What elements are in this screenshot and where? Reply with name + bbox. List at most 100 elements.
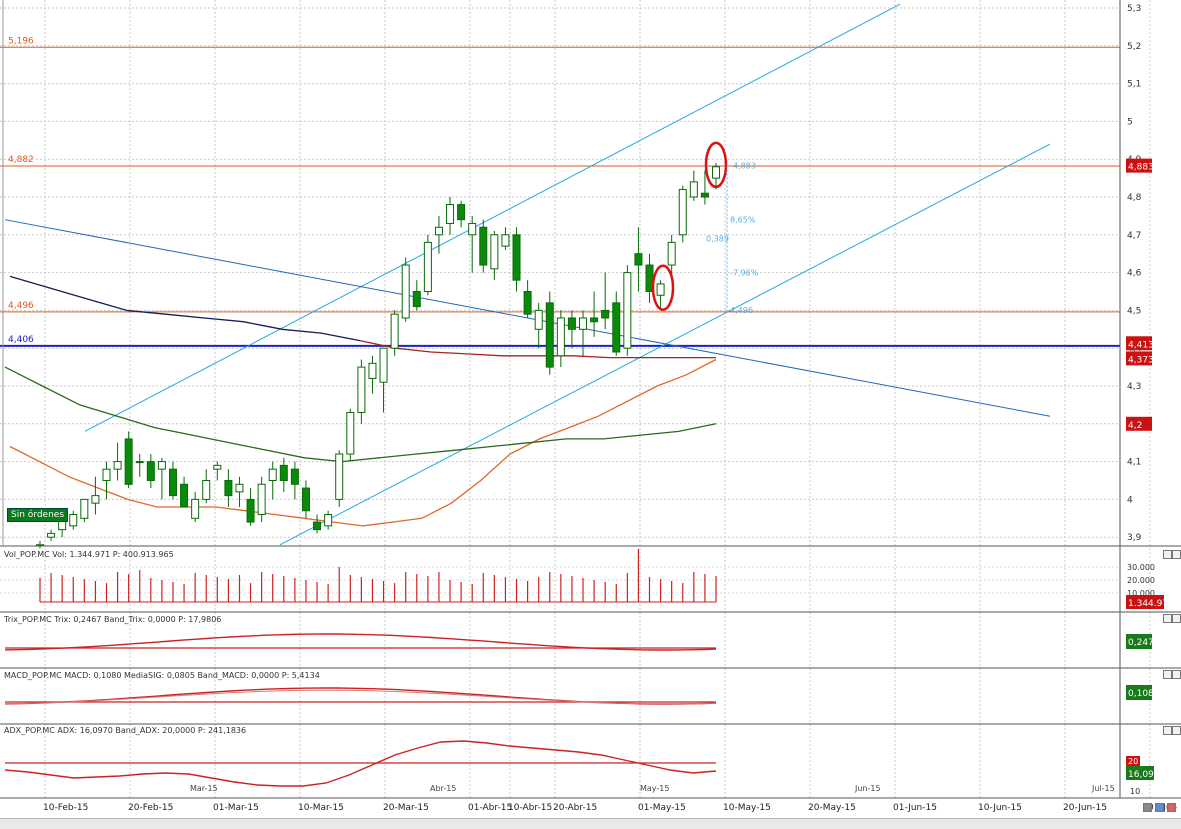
month-label: Abr-15 [430,784,456,793]
candle-body [579,317,588,330]
volume-pane: Vol_POP.MC Vol: 1.344.971 P: 400.913.965 [4,549,717,603]
stock-chart: 5,196 4,882 4,496 4,406 Vol_POP.MC Vol: 1.3… [0,0,1181,813]
badge-sin-ordenes[interactable]: Sin órdenes [7,508,69,522]
candle-body [656,283,665,296]
indicator-tag-label: 0,247 [1128,638,1154,648]
y-tick-label: 5,2 [1127,42,1141,52]
indicator-tag-label: 0,108 [1128,689,1154,699]
candle-body [479,226,488,266]
annotation-label: 0,389 [706,235,729,244]
level-label: 5,196 [8,36,34,46]
candle-body [689,181,698,198]
horizontal-scrollbar[interactable] [0,818,1181,829]
pane-close-icon[interactable] [1172,670,1181,679]
adx-pane: ADX_POP.MC ADX: 16,0970 Band_ADX: 20,000… [4,726,717,787]
candle-body [335,453,344,500]
pane-close-icon[interactable] [1172,726,1181,735]
candle-body [423,241,432,292]
candle-body [401,264,410,319]
candle-body [634,253,643,266]
month-label: May-15 [640,784,669,793]
x-tick-label: 20-Abr-15 [553,803,597,813]
candle-body [235,483,244,493]
candle-body [146,461,155,482]
candle-body [80,498,89,519]
x-tick-label: 20-May-15 [808,803,856,813]
print-icon[interactable] [1167,803,1176,812]
candle-body [202,480,211,500]
pane-close-icon[interactable] [1172,614,1181,623]
toolbar-icon[interactable] [1143,803,1152,812]
candle-body [501,234,510,247]
price-tag-label: 4,373 [1128,355,1154,365]
candle-body [301,487,310,512]
candle-body [124,438,133,485]
adx-band-tag-label: 20 [1128,757,1138,766]
x-tick-label: 10-May-15 [723,803,771,813]
annotation-label: 4,496 [730,306,753,315]
x-tick-label: 01-May-15 [638,803,686,813]
indicator-tag-label: 16,097 [1128,770,1160,780]
indicator-label: MACD_POP.MC MACD: 0,1080 MediaSIG: 0,080… [4,671,320,680]
candle-body [612,302,621,353]
pane-close-icon[interactable] [1163,614,1172,623]
y-tick-label: 4,3 [1127,382,1141,392]
x-tick-label: 01-Abr-15 [468,803,512,813]
volume-tick-label: 30.000 [1127,563,1155,572]
x-tick-label: 10-Abr-15 [508,803,552,813]
x-tick-label: 10-Mar-15 [298,803,344,813]
y-tick-label: 4,5 [1127,306,1141,316]
candle-body [368,362,377,379]
candle-body [213,464,222,470]
candle-body [534,309,543,330]
pane-close-icon[interactable] [1163,726,1172,735]
x-tick-label: 10-Jun-15 [978,803,1022,813]
x-tick-label: 10-Feb-15 [43,803,88,813]
candle-body [601,309,610,319]
candle-body [168,468,177,497]
x-tick-label: 20-Jun-15 [1063,803,1107,813]
candle-body [346,411,355,455]
level-label: 4,496 [8,301,34,311]
x-tick-label: 01-Jun-15 [893,803,937,813]
candle-body [113,461,122,470]
moving-average-navy [9,275,361,342]
candle-body [556,317,565,357]
volume-pane-label: Vol_POP.MC Vol: 1.344.971 P: 400.913.965 [4,550,174,559]
candle-body [700,192,709,198]
candle-body [678,188,687,236]
candle-body [135,461,144,464]
y-tick-label: 4,6 [1127,269,1142,279]
axes: 5,35,25,154,94,84,74,64,54,44,34,24,143,… [0,0,1181,813]
price-tag-label: 4,413 [1128,340,1154,350]
candle-body [523,291,532,315]
candle-body [357,366,366,413]
y-tick-label: 5,3 [1127,4,1141,14]
price-pane: 5,196 4,882 4,496 4,406 [0,3,1120,549]
candle-body [457,204,466,221]
candle-body [47,532,56,538]
candle-body [224,480,233,497]
y-tick-label: 5,1 [1127,80,1141,90]
candle-body [468,222,477,236]
candle-body [667,241,676,266]
pane-close-icon[interactable] [1172,550,1181,559]
annotation-label: 8,65% [730,216,756,225]
x-tick-label: 20-Feb-15 [128,803,173,813]
trix-pane: Trix_POP.MC Trix: 0,2467 Band_Trix: 0,00… [3,615,717,651]
month-label: Jul-15 [1091,784,1115,793]
pane-close-icon[interactable] [1163,670,1172,679]
indicator-label: ADX_POP.MC ADX: 16,0970 Band_ADX: 20,000… [4,726,246,735]
candle-body [102,468,111,482]
candle-body [313,521,322,531]
y-tick-label: 4,1 [1127,458,1141,468]
save-icon[interactable] [1155,803,1164,812]
candle-body [590,317,599,323]
candle-body [434,226,443,236]
price-tag-label: 4,2 [1128,421,1142,431]
pane-close-icon[interactable] [1163,550,1172,559]
candle-body [257,483,266,516]
x-tick-label: 01-Mar-15 [213,803,259,813]
candle-body [69,514,78,527]
adx-tick-label: 10 [1130,787,1140,796]
